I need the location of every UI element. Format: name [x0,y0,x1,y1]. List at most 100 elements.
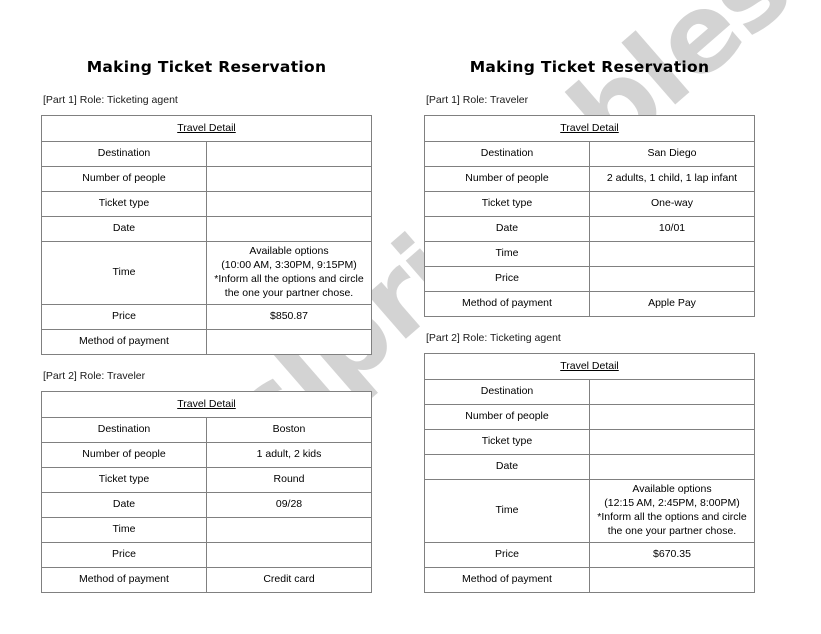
table-body: Travel Detail Destination Boston Number … [41,391,372,593]
row-value[interactable]: $850.87 [206,304,372,330]
row-label: Price [424,266,590,292]
row-label: Number of people [424,404,590,430]
row-value[interactable] [206,166,372,192]
row-label: Method of payment [41,567,207,593]
table-row: Destination [41,141,372,167]
row-label: Number of people [424,166,590,192]
table-row: Method of payment [424,567,755,593]
time-line: the one your partner chose. [607,524,737,537]
row-label: Ticket type [41,191,207,217]
table-body: Travel Detail Destination San Diego Numb… [424,115,755,317]
row-label: Ticket type [424,429,590,455]
table-row: Number of people 1 adult, 2 kids [41,442,372,468]
row-value[interactable]: 2 adults, 1 child, 1 lap infant [589,166,755,192]
row-label: Date [424,216,590,242]
table-row: Date 09/28 [41,492,372,518]
row-value[interactable]: Apple Pay [589,291,755,317]
table-row: Price [41,542,372,568]
row-label: Date [41,216,207,242]
row-label: Method of payment [424,291,590,317]
table-row: Number of people 2 adults, 1 child, 1 la… [424,166,755,192]
table-row: Time Available options (10:00 AM, 3:30PM… [41,241,372,305]
part-label-left-1: [Part 1] Role: Ticketing agent [43,94,178,106]
table-row: Date 10/01 [424,216,755,242]
row-label: Time [41,517,207,543]
table-header-row: Travel Detail [41,115,372,142]
row-label: Destination [424,379,590,405]
row-value[interactable] [589,454,755,480]
time-line: (12:15 AM, 2:45PM, 8:00PM) [604,497,740,510]
table-row: Method of payment Apple Pay [424,291,755,317]
row-value-multiline[interactable]: Available options (12:15 AM, 2:45PM, 8:0… [589,479,755,543]
row-value[interactable] [206,542,372,568]
table-header-row: Travel Detail [424,353,755,380]
time-line: (10:00 AM, 3:30PM, 9:15PM) [221,259,357,272]
row-value[interactable] [589,404,755,430]
page-title-right: Making Ticket Reservation [469,58,710,76]
table-header-cell: Travel Detail [41,391,372,418]
table-header-cell: Travel Detail [424,115,755,142]
row-value-multiline[interactable]: Available options (10:00 AM, 3:30PM, 9:1… [206,241,372,305]
row-label: Date [41,492,207,518]
row-label: Price [424,542,590,568]
row-value[interactable]: San Diego [589,141,755,167]
row-value[interactable] [206,216,372,242]
row-value[interactable] [589,567,755,593]
table-row: Number of people [424,404,755,430]
row-value[interactable]: 1 adult, 2 kids [206,442,372,468]
table-row: Ticket type One-way [424,191,755,217]
row-value[interactable]: Boston [206,417,372,443]
travel-table-right-part1: Travel Detail Destination San Diego Numb… [424,115,755,317]
table-row: Time [424,241,755,267]
row-value[interactable] [589,241,755,267]
time-line: Available options [249,245,329,258]
table-row: Price $670.35 [424,542,755,568]
table-row: Price [424,266,755,292]
right-column: Making Ticket Reservation [Part 1] Role:… [424,0,755,593]
table-row: Date [41,216,372,242]
row-value[interactable] [206,517,372,543]
table-body: Travel Detail Destination Number of peop… [424,353,755,593]
row-value[interactable]: Round [206,467,372,493]
worksheet-page: eslprintables.com Making Ticket Reservat… [0,0,821,634]
table-row: Ticket type Round [41,467,372,493]
row-label: Time [41,241,207,305]
time-line: *Inform all the options and circle [597,511,747,523]
table-row: Ticket type [41,191,372,217]
time-line: the one your partner chose. [224,286,354,299]
table-header-cell: Travel Detail [424,353,755,380]
row-value[interactable] [589,266,755,292]
row-value[interactable]: $670.35 [589,542,755,568]
table-row: Time Available options (12:15 AM, 2:45PM… [424,479,755,543]
row-label: Date [424,454,590,480]
page-title-left: Making Ticket Reservation [86,58,327,76]
row-value[interactable]: Credit card [206,567,372,593]
table-row: Price $850.87 [41,304,372,330]
row-label: Destination [424,141,590,167]
row-label: Ticket type [424,191,590,217]
table-row: Method of payment Credit card [41,567,372,593]
table-header-row: Travel Detail [41,391,372,418]
table-row: Date [424,454,755,480]
row-label: Time [424,241,590,267]
row-label: Number of people [41,166,207,192]
row-value[interactable] [206,329,372,355]
time-line: *Inform all the options and circle [214,273,364,285]
row-value[interactable] [589,429,755,455]
row-value[interactable] [206,141,372,167]
row-value[interactable]: 10/01 [589,216,755,242]
travel-table-left-part2: Travel Detail Destination Boston Number … [41,391,372,593]
row-label: Number of people [41,442,207,468]
row-label: Method of payment [41,329,207,355]
travel-table-left-part1: Travel Detail Destination Number of peop… [41,115,372,355]
row-value[interactable] [589,379,755,405]
row-value[interactable]: 09/28 [206,492,372,518]
table-row: Ticket type [424,429,755,455]
table-header-cell: Travel Detail [41,115,372,142]
row-value[interactable] [206,191,372,217]
row-value[interactable]: One-way [589,191,755,217]
table-header-row: Travel Detail [424,115,755,142]
time-line: Available options [632,483,712,496]
travel-table-right-part2: Travel Detail Destination Number of peop… [424,353,755,593]
row-label: Destination [41,417,207,443]
